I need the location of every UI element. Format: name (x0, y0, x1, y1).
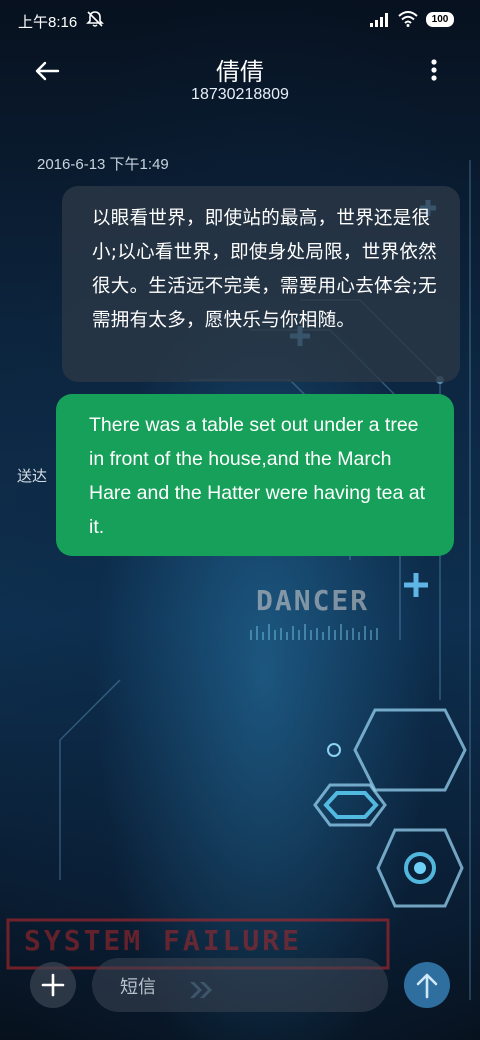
battery-icon: 100 (426, 12, 454, 27)
wallpaper-text-dancer: DANCER (256, 584, 370, 617)
delivery-status: 送达 (17, 467, 48, 485)
more-vertical-icon[interactable] (424, 56, 444, 86)
status-time: 上午8:16 (18, 14, 78, 31)
send-arrow-icon (416, 973, 438, 999)
contact-number: 18730218809 (191, 86, 289, 103)
wifi-icon (398, 11, 418, 27)
send-button[interactable] (404, 962, 450, 1008)
outgoing-message-bubble[interactable]: There was a table set out under a tree i… (56, 394, 454, 556)
contact-name: 倩倩 (216, 58, 264, 86)
message-timestamp: 2016-6-13 下午1:49 (37, 156, 169, 173)
wallpaper-text-system-failure: SYSTEM FAILURE (24, 924, 303, 957)
message-input[interactable]: 短信 (92, 958, 388, 1012)
add-attachment-button[interactable] (30, 962, 76, 1008)
conversation-header: 倩倩 18730218809 (0, 40, 480, 120)
plus-icon (41, 973, 65, 997)
status-bar: 上午8:16 100 (0, 0, 480, 40)
mute-icon (86, 11, 104, 27)
incoming-message-bubble[interactable]: 以眼看世界，即使站的最高，世界还是很小;以心看世界，即使身处局限，世界依然很大。… (62, 186, 460, 382)
outgoing-message-text: There was a table set out under a tree i… (89, 414, 426, 538)
incoming-message-text: 以眼看世界，即使站的最高，世界还是很小;以心看世界，即使身处局限，世界依然很大。… (92, 208, 437, 331)
signal-icon (370, 13, 388, 27)
message-input-placeholder: 短信 (120, 977, 156, 998)
